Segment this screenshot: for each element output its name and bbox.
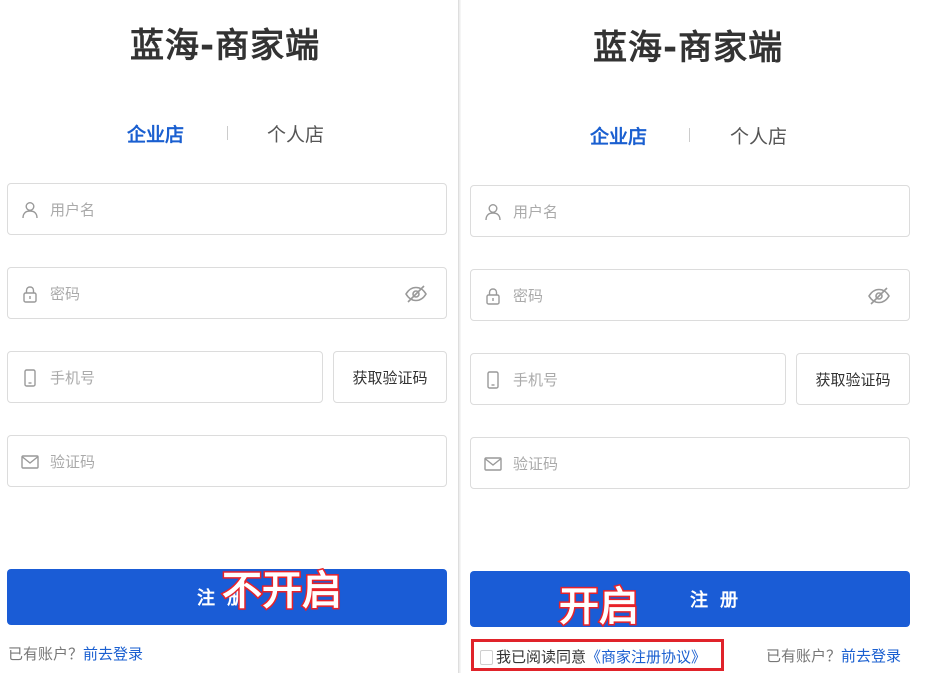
password-input[interactable] bbox=[511, 282, 822, 310]
tab-enterprise-store[interactable]: 企业店 bbox=[590, 122, 647, 149]
mail-icon bbox=[484, 457, 502, 471]
username-input[interactable] bbox=[511, 198, 822, 226]
username-field bbox=[7, 183, 447, 235]
get-code-button[interactable]: 获取验证码 bbox=[796, 353, 910, 405]
go-login-link[interactable]: 前去登录 bbox=[841, 647, 901, 665]
username-input[interactable] bbox=[48, 196, 359, 224]
page-title: 蓝海-商家端 bbox=[593, 28, 784, 68]
eye-slash-icon[interactable] bbox=[404, 282, 428, 306]
register-button[interactable]: 注册 bbox=[470, 571, 910, 627]
tab-enterprise-store[interactable]: 企业店 bbox=[127, 120, 184, 147]
get-code-button[interactable]: 获取验证码 bbox=[333, 351, 447, 403]
lock-icon bbox=[23, 286, 37, 303]
login-prompt-text: 已有账户？ bbox=[8, 645, 84, 663]
store-type-tabs: 企业店 个人店 bbox=[461, 122, 925, 152]
agreement-highlight: 我已阅读同意《商家注册协议》 bbox=[471, 639, 724, 671]
register-panel-enabled: 蓝海-商家端 企业店 个人店 获取验证码 bbox=[461, 0, 925, 673]
go-login-link[interactable]: 前去登录 bbox=[83, 645, 143, 663]
phone-field bbox=[7, 351, 323, 403]
phone-input[interactable] bbox=[48, 364, 272, 392]
login-prompt: 已有账户？前去登录 bbox=[766, 645, 901, 666]
tab-divider bbox=[227, 126, 228, 140]
eye-slash-icon[interactable] bbox=[867, 284, 891, 308]
tab-personal-store[interactable]: 个人店 bbox=[730, 122, 787, 149]
password-field bbox=[7, 267, 447, 319]
mail-icon bbox=[21, 455, 39, 469]
user-icon bbox=[485, 204, 501, 221]
agreement-checkbox[interactable] bbox=[480, 650, 493, 665]
password-field bbox=[470, 269, 910, 321]
verification-code-input[interactable] bbox=[511, 450, 822, 478]
user-icon bbox=[22, 202, 38, 219]
agreement-label: 我已阅读同意《商家注册协议》 bbox=[496, 646, 706, 667]
lock-icon bbox=[486, 288, 500, 305]
phone-field bbox=[470, 353, 786, 405]
annotation-enabled: 开启 bbox=[558, 583, 641, 632]
password-input[interactable] bbox=[48, 280, 359, 308]
register-panel-disabled: 蓝海-商家端 企业店 个人店 获取验证码 bbox=[0, 0, 458, 673]
tab-personal-store[interactable]: 个人店 bbox=[267, 120, 324, 147]
verification-code-field bbox=[470, 437, 910, 489]
login-prompt: 已有账户？前去登录 bbox=[8, 643, 143, 664]
agreement-link[interactable]: 《商家注册协议》 bbox=[586, 648, 706, 666]
tab-divider bbox=[689, 128, 690, 142]
phone-input[interactable] bbox=[511, 366, 735, 394]
store-type-tabs: 企业店 个人店 bbox=[0, 120, 458, 150]
agreement-text: 我已阅读同意 bbox=[496, 648, 587, 666]
annotation-disabled: 不开启 bbox=[221, 567, 344, 616]
phone-icon bbox=[24, 369, 36, 387]
verification-code-input[interactable] bbox=[48, 448, 359, 476]
page-title: 蓝海-商家端 bbox=[130, 26, 321, 66]
verification-code-field bbox=[7, 435, 447, 487]
login-prompt-text: 已有账户？ bbox=[766, 647, 842, 665]
username-field bbox=[470, 185, 910, 237]
phone-icon bbox=[487, 371, 499, 389]
